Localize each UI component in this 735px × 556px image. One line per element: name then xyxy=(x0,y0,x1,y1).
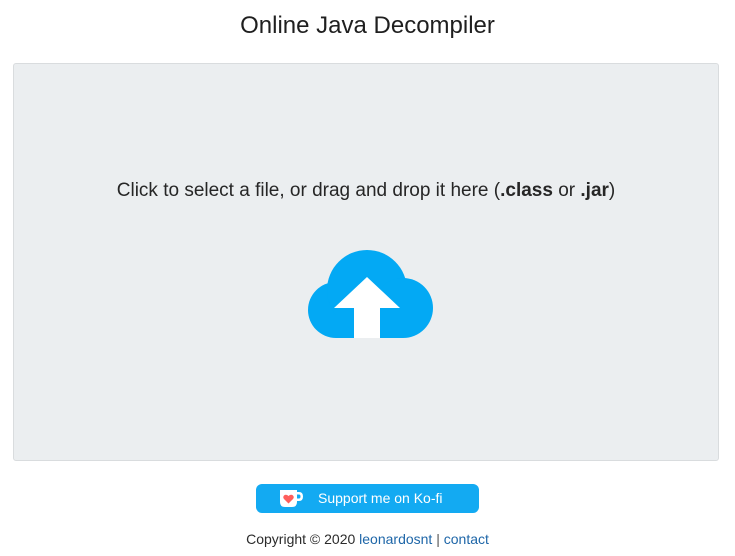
kofi-cup-icon xyxy=(280,490,303,507)
dropzone-text-prefix: Click to select a file, or drag and drop… xyxy=(116,180,501,201)
file-dropzone[interactable]: Click to select a file, or drag and drop… xyxy=(13,63,719,461)
contact-link[interactable]: contact xyxy=(444,531,489,547)
footer: Copyright © 2020 leonardosnt | contact xyxy=(0,529,735,549)
dropzone-ext-jar: .jar xyxy=(580,180,609,201)
cloud-upload-icon[interactable] xyxy=(303,250,433,338)
page: Online Java Decompiler Click to select a… xyxy=(0,0,735,556)
footer-separator: | xyxy=(432,531,444,547)
copyright-text: Copyright © 2020 xyxy=(246,531,360,547)
dropzone-ext-class: .class xyxy=(500,180,553,201)
dropzone-instructions: Click to select a file, or drag and drop… xyxy=(14,177,718,205)
kofi-label: Support me on Ko-fi xyxy=(318,490,443,506)
author-link[interactable]: leonardosnt xyxy=(359,531,432,547)
dropzone-text-or: or xyxy=(552,180,581,201)
dropzone-text-suffix: ) xyxy=(608,180,616,201)
kofi-support-button[interactable]: Support me on Ko-fi xyxy=(256,484,479,513)
page-title: Online Java Decompiler xyxy=(240,12,495,39)
